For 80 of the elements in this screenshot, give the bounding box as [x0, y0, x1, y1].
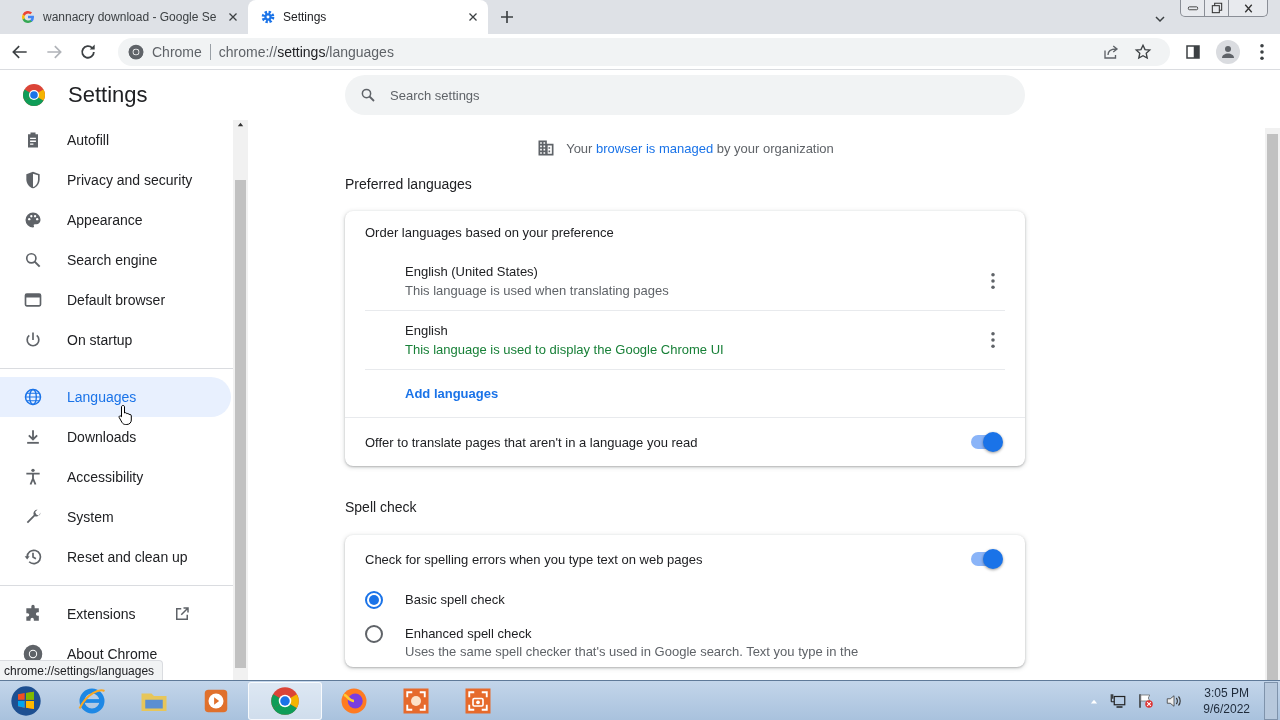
g-letter-icon — [20, 9, 36, 25]
side-panel-icon — [1184, 42, 1202, 61]
page-title: Settings — [68, 82, 148, 108]
sidebar-item[interactable]: Reset and clean up — [0, 537, 231, 577]
scrollbar[interactable] — [233, 120, 248, 680]
language-name: English — [405, 323, 449, 338]
section-title: Spell check — [345, 498, 418, 517]
radio-button[interactable] — [365, 625, 383, 643]
windows-orb-icon — [10, 685, 42, 717]
clock-time: 3:05 PM — [1204, 685, 1249, 701]
palette-icon — [23, 210, 43, 230]
search-icon — [359, 86, 377, 104]
camera-icon — [463, 686, 493, 716]
letter-e-icon — [77, 686, 107, 716]
plus-icon — [498, 8, 516, 26]
fox-icon — [339, 686, 369, 716]
url-text: chrome://settings/languages — [218, 43, 395, 60]
address-bar[interactable]: Chrome chrome://settings/languages — [118, 37, 1170, 66]
bookmark-button[interactable] — [1134, 42, 1152, 61]
side-panel-button[interactable] — [1184, 42, 1202, 61]
speaker-icon — [1165, 692, 1184, 710]
toggle-switch[interactable] — [969, 549, 1003, 569]
language-description: This language is used when translating pages — [405, 283, 670, 298]
option-label: Basic spell check — [405, 592, 505, 607]
history-icon — [23, 547, 43, 567]
option-description: Uses the same spell checker that's used in Google search. Text you type in the — [405, 644, 859, 659]
radio-button[interactable] — [365, 591, 383, 609]
focus-frame-icon — [401, 686, 431, 716]
sidebar-item[interactable]: Autofill — [0, 120, 231, 160]
accessibility-icon — [23, 467, 43, 487]
sidebar-item[interactable]: Languages — [0, 377, 231, 417]
building-icon — [536, 138, 557, 158]
managed-notice: Your browser is managed by your organization — [566, 140, 834, 156]
status-tooltip: chrome://settings/languages — [0, 660, 164, 681]
toggle-switch[interactable] — [969, 432, 1003, 452]
browser-tab[interactable]: wannacry download - Google Se — [8, 0, 248, 34]
network-icon — [1109, 692, 1128, 710]
shield-icon — [23, 170, 43, 190]
chrome-logo-icon — [22, 83, 46, 107]
sidebar-item[interactable]: Privacy and security — [0, 160, 231, 200]
sidebar-item[interactable]: Search engine — [0, 240, 231, 280]
search-icon — [23, 250, 43, 270]
setting-label: Offer to translate pages that aren't in a language you read — [365, 434, 698, 450]
add-languages-button[interactable]: Add languages — [405, 386, 499, 401]
site-label: Chrome — [152, 43, 202, 60]
new-tab-button[interactable] — [498, 8, 516, 26]
language-description: This language is used to display the Google Chrome UI — [405, 342, 725, 357]
sidebar-item[interactable]: Downloads — [0, 417, 231, 457]
card-heading: Order languages based on your preference — [365, 224, 615, 242]
restore-icon — [1209, 1, 1224, 15]
clock-date: 9/6/2022 — [1203, 701, 1250, 717]
sidebar-item[interactable]: Extensions — [0, 594, 231, 634]
search-field[interactable]: Search settings — [345, 75, 1025, 115]
setting-label: Check for spelling errors when you type text on web pages — [365, 551, 703, 567]
language-name: English (United States) — [405, 264, 539, 279]
sidebar-item[interactable]: Default browser — [0, 280, 231, 320]
sidebar-item[interactable]: Appearance — [0, 200, 231, 240]
gear-icon — [260, 9, 276, 25]
taskbar-app-button[interactable] — [248, 682, 322, 720]
chrome-logo-icon — [270, 686, 300, 716]
option-label: Enhanced spell check — [405, 626, 533, 641]
sidebar-item[interactable]: On startup — [0, 320, 231, 360]
browser-tab[interactable]: Settings — [248, 0, 488, 34]
hand-cursor-icon — [118, 404, 134, 426]
star-icon — [1134, 42, 1152, 61]
kebab-menu-icon — [991, 332, 995, 348]
flag-icon — [1137, 692, 1156, 710]
scrollbar[interactable] — [1265, 128, 1280, 680]
kebab-menu-icon — [1260, 43, 1264, 60]
kebab-menu-icon — [991, 273, 995, 289]
globe-icon — [23, 387, 43, 407]
chrome-logo-icon — [128, 43, 144, 60]
profile-button[interactable] — [1216, 39, 1240, 64]
external-link-icon — [173, 605, 192, 623]
sidebar-item[interactable]: Accessibility — [0, 457, 231, 497]
managed-link[interactable]: browser is managed — [596, 140, 714, 156]
browser-window-icon — [23, 290, 43, 310]
sidebar-item[interactable]: System — [0, 497, 231, 537]
section-title: Preferred languages — [345, 175, 473, 194]
up-arrow-icon — [236, 120, 245, 129]
